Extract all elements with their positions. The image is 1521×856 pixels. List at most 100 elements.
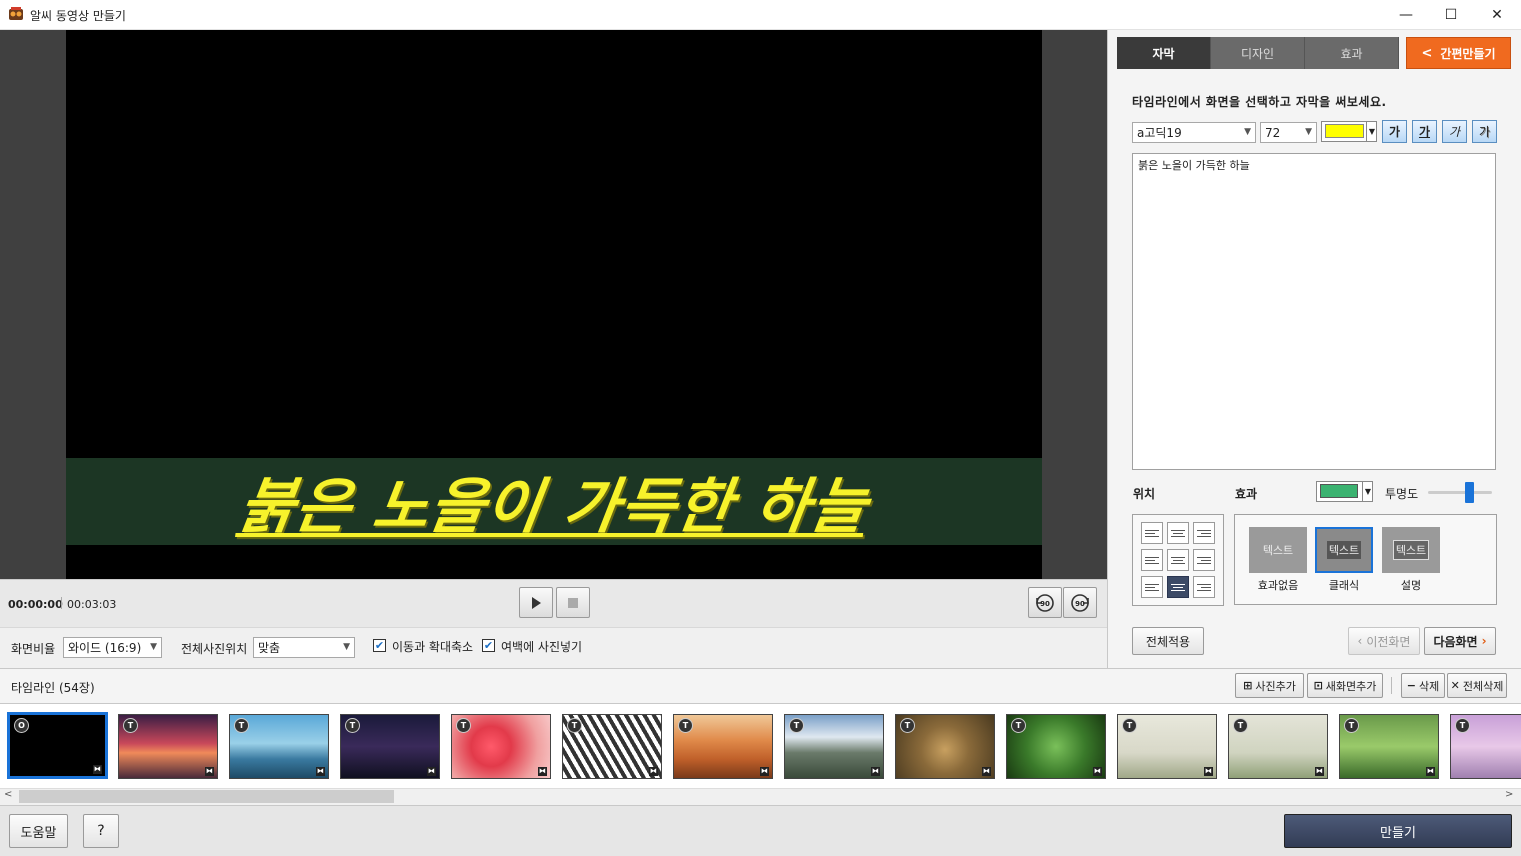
- timeline-thumbnail[interactable]: T: [1450, 714, 1521, 779]
- bold-button[interactable]: 가: [1382, 120, 1407, 143]
- transition-icon[interactable]: ⧓: [93, 765, 102, 774]
- transition-icon[interactable]: ⧓: [1426, 767, 1435, 776]
- effect-option-2[interactable]: 텍스트: [1315, 527, 1373, 573]
- stop-button[interactable]: [556, 587, 590, 618]
- delete-all-button[interactable]: ✕ 전체삭제: [1447, 673, 1507, 698]
- rotate-right-icon: 90: [1071, 593, 1089, 612]
- ratio-select[interactable]: 와이드 (16:9) ▼: [63, 637, 162, 658]
- shadow-button[interactable]: 가: [1472, 120, 1497, 143]
- add-screen-label: 새화면추가: [1325, 679, 1377, 693]
- add-photo-label: 사진추가: [1255, 679, 1296, 693]
- font-select[interactable]: a고딕19 ▼: [1132, 122, 1256, 143]
- next-screen-button[interactable]: 다음화면 ›: [1424, 627, 1496, 655]
- window-title: 알씨 동영상 만들기: [30, 9, 126, 23]
- play-button[interactable]: [519, 587, 553, 618]
- transition-icon[interactable]: ⧓: [538, 767, 547, 776]
- move-zoom-label: 이동과 확대축소: [392, 640, 474, 654]
- thumbnail-badge: T: [567, 718, 582, 733]
- next-screen-label: 다음화면: [1433, 634, 1478, 649]
- thumbnail-badge: T: [678, 718, 693, 733]
- scroll-right-arrow[interactable]: >: [1505, 789, 1513, 800]
- question-button[interactable]: ?: [83, 814, 119, 848]
- rotate-right-label: 90: [1075, 600, 1085, 608]
- tab-effect[interactable]: 효과: [1305, 37, 1399, 69]
- thumbnail-badge: T: [456, 718, 471, 733]
- add-photo-button[interactable]: ⊞ 사진추가: [1235, 673, 1304, 698]
- position-cell-9[interactable]: [1193, 576, 1215, 598]
- transition-icon[interactable]: ⧓: [1204, 767, 1213, 776]
- effect-label: 효과: [1235, 487, 1258, 501]
- chevron-down-icon[interactable]: ▼: [1366, 121, 1377, 142]
- effect-option-1[interactable]: 텍스트: [1249, 527, 1307, 573]
- effect-color-swatch: [1320, 484, 1358, 498]
- font-size-select[interactable]: 72 ▼: [1260, 122, 1317, 143]
- timeline-thumbnail[interactable]: T ⧓: [1117, 714, 1217, 779]
- add-screen-button[interactable]: ⊡ 새화면추가: [1307, 673, 1383, 698]
- italic-button[interactable]: 가: [1442, 120, 1467, 143]
- transition-icon[interactable]: ⧓: [316, 767, 325, 776]
- timeline-thumbnail[interactable]: T ⧓: [340, 714, 440, 779]
- quick-make-button[interactable]: < 간편만들기: [1406, 37, 1511, 69]
- make-button[interactable]: 만들기: [1284, 814, 1512, 848]
- transition-icon[interactable]: ⧓: [1093, 767, 1102, 776]
- maximize-button[interactable]: ☐: [1428, 0, 1474, 30]
- scrollbar-thumb[interactable]: [19, 790, 394, 803]
- opacity-slider-thumb[interactable]: [1464, 482, 1474, 503]
- minimize-button[interactable]: —: [1383, 0, 1429, 30]
- tab-caption[interactable]: 자막: [1117, 37, 1211, 69]
- tab-design[interactable]: 디자인: [1211, 37, 1305, 69]
- timeline-thumbnail[interactable]: O ⧓: [7, 712, 108, 779]
- add-photo-icon: ⊞: [1243, 679, 1253, 692]
- delete-button[interactable]: − 삭제: [1401, 673, 1445, 698]
- timeline-thumbnail[interactable]: T ⧓: [784, 714, 884, 779]
- position-cell-6[interactable]: [1193, 549, 1215, 571]
- prev-screen-button[interactable]: ‹ 이전화면: [1348, 627, 1420, 655]
- transition-icon[interactable]: ⧓: [1315, 767, 1324, 776]
- timeline-thumbnail[interactable]: T ⧓: [562, 714, 662, 779]
- rotate-right-button[interactable]: 90: [1063, 587, 1097, 618]
- timeline-thumbnail[interactable]: T ⧓: [1228, 714, 1328, 779]
- transition-icon[interactable]: ⧓: [649, 767, 658, 776]
- thumbnail-badge: T: [789, 718, 804, 733]
- position-cell-8[interactable]: [1167, 576, 1189, 598]
- time-separator: [61, 597, 62, 609]
- position-cell-2[interactable]: [1167, 522, 1189, 544]
- timeline-thumbnail[interactable]: T ⧓: [118, 714, 218, 779]
- apply-all-button[interactable]: 전체적용: [1132, 627, 1204, 655]
- scroll-left-arrow[interactable]: <: [4, 789, 12, 800]
- help-button[interactable]: 도움말: [9, 814, 68, 848]
- effect-option-3[interactable]: 텍스트: [1382, 527, 1440, 573]
- thumbnail-badge: T: [1344, 718, 1359, 733]
- timeline-thumbnail[interactable]: T ⧓: [673, 714, 773, 779]
- timeline-thumbnail[interactable]: T ⧓: [895, 714, 995, 779]
- chevron-down-icon[interactable]: ▼: [1362, 481, 1373, 502]
- transition-icon[interactable]: ⧓: [982, 767, 991, 776]
- timeline-thumbnail[interactable]: T ⧓: [1006, 714, 1106, 779]
- timeline-thumbnail[interactable]: T ⧓: [1339, 714, 1439, 779]
- position-cell-5[interactable]: [1167, 549, 1189, 571]
- position-cell-3[interactable]: [1193, 522, 1215, 544]
- rotate-left-button[interactable]: 90: [1028, 587, 1062, 618]
- opacity-slider[interactable]: [1428, 491, 1492, 494]
- transition-icon[interactable]: ⧓: [205, 767, 214, 776]
- thumbnail-badge: T: [1455, 718, 1470, 733]
- chevron-down-icon: ▼: [1244, 127, 1251, 137]
- underline-button[interactable]: 가: [1412, 120, 1437, 143]
- timeline-thumbnail[interactable]: T ⧓: [229, 714, 329, 779]
- transition-icon[interactable]: ⧓: [760, 767, 769, 776]
- playback-bar: [0, 579, 1107, 627]
- photo-position-select[interactable]: 맞춤 ▼: [253, 637, 355, 658]
- timeline-thumbnail[interactable]: T ⧓: [451, 714, 551, 779]
- close-button[interactable]: ✕: [1474, 0, 1520, 30]
- position-cell-7[interactable]: [1141, 576, 1163, 598]
- thumbnail-badge: T: [1011, 718, 1026, 733]
- effect-preview-text: 텍스트: [1392, 540, 1430, 560]
- position-cell-4[interactable]: [1141, 549, 1163, 571]
- transition-icon[interactable]: ⧓: [871, 767, 880, 776]
- thumbnail-badge: T: [123, 718, 138, 733]
- caption-textarea[interactable]: 붉은 노을이 가득한 하늘: [1132, 153, 1496, 470]
- margin-photo-checkbox[interactable]: ✔: [482, 639, 495, 652]
- transition-icon[interactable]: ⧓: [427, 767, 436, 776]
- position-cell-1[interactable]: [1141, 522, 1163, 544]
- move-zoom-checkbox[interactable]: ✔: [373, 639, 386, 652]
